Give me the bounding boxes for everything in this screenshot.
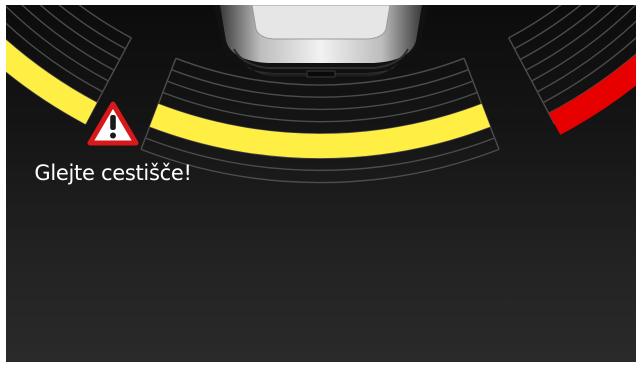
sensor-ring bbox=[514, 5, 582, 50]
sensor-zone-edge bbox=[6, 5, 21, 17]
sensor-ring bbox=[525, 5, 619, 71]
sensor-zone-rear-right bbox=[508, 5, 636, 135]
road-warning: Glejte cestišče! bbox=[20, 101, 206, 185]
sensor-ring bbox=[39, 5, 121, 61]
sensor-ring bbox=[519, 5, 601, 61]
parking-assist-screen: Glejte cestišče! bbox=[6, 5, 636, 362]
warning-triangle-icon bbox=[87, 101, 139, 146]
warning-message: Glejte cestišče! bbox=[34, 161, 192, 185]
car-rear-icon bbox=[214, 5, 428, 78]
